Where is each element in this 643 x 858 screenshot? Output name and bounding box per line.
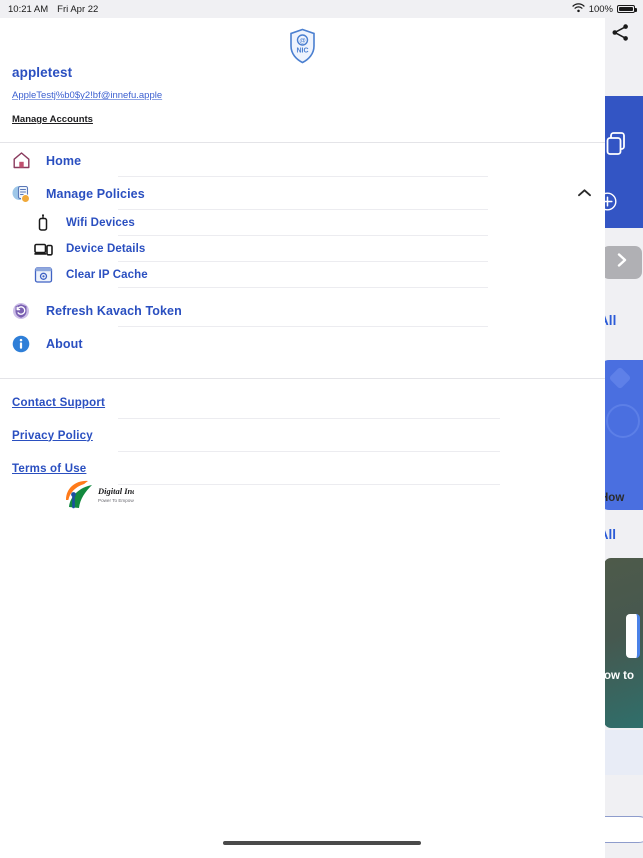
nav-list: Home Manage Policies Wifi Devices Device… — [0, 144, 605, 360]
share-button[interactable] — [605, 20, 635, 50]
sidebar-item-label: Manage Policies — [46, 186, 145, 201]
home-indicator[interactable] — [222, 841, 421, 845]
divider-middle — [0, 378, 605, 379]
wifi-icon — [572, 2, 585, 16]
sidebar-item-home[interactable]: Home — [0, 144, 605, 177]
sidebar-item-label: Wifi Devices — [66, 217, 135, 229]
about-info-icon — [10, 333, 32, 355]
sidebar-item-refresh-kavach-token[interactable]: Refresh Kavach Token — [0, 294, 605, 327]
share-icon — [611, 23, 630, 47]
refresh-kavach-token-icon — [10, 300, 32, 322]
divider-top — [0, 142, 605, 143]
battery-full-icon — [617, 4, 637, 14]
status-date: Fri Apr 22 — [57, 3, 99, 15]
app-screen: e All How e All ow to @ NIC appletest — [0, 0, 643, 858]
row-divider — [118, 484, 500, 485]
svg-text:Power To Empower: Power To Empower — [98, 498, 134, 503]
battery-percent: 100% — [588, 3, 613, 15]
sidebar-item-label: About — [46, 336, 83, 351]
home-icon — [10, 150, 32, 172]
sidebar-item-label: Home — [46, 153, 82, 168]
wifi-device-icon — [33, 213, 53, 233]
sidebar-item-wifi-devices[interactable]: Wifi Devices — [0, 210, 605, 236]
sidebar-item-manage-policies[interactable]: Manage Policies — [0, 177, 605, 210]
manage-policies-icon — [10, 183, 32, 205]
digital-india-logo: Digital India Power To Empower — [62, 478, 144, 512]
row-divider — [118, 287, 488, 288]
chevron-up-icon[interactable] — [577, 185, 592, 203]
clear-ip-cache-icon — [33, 265, 53, 285]
link-label: Contact Support — [12, 396, 106, 409]
sidebar-item-label: Clear IP Cache — [66, 269, 148, 281]
video-thumbnail-strip — [626, 614, 640, 658]
nic-shield-logo: @ NIC — [289, 28, 316, 64]
decorative-diamond-icon — [608, 366, 632, 390]
link-contact-support[interactable]: Contact Support — [12, 386, 605, 419]
manage-accounts-link[interactable]: Manage Accounts — [12, 114, 93, 125]
sidebar-item-label: Refresh Kavach Token — [46, 303, 182, 318]
background-blue-panel[interactable] — [600, 360, 643, 510]
copy-icon — [606, 132, 628, 156]
status-bar: 10:21 AM Fri Apr 22 100% — [0, 0, 643, 18]
sidebar-item-clear-ip-cache[interactable]: Clear IP Cache — [0, 262, 605, 288]
sidebar-item-device-details[interactable]: Device Details — [0, 236, 605, 262]
video-caption: ow to — [604, 670, 635, 682]
link-privacy-policy[interactable]: Privacy Policy — [12, 419, 605, 452]
background-how-label: How — [600, 492, 625, 504]
background-video-card[interactable]: ow to — [604, 558, 643, 728]
chevron-right-icon — [615, 251, 629, 274]
sidebar-item-about[interactable]: About — [0, 327, 605, 360]
decorative-circle-icon — [606, 404, 640, 438]
account-block: appletest AppleTestj%b0$y2!bf@innefu.app… — [12, 65, 572, 127]
svg-text:NIC: NIC — [296, 48, 308, 55]
status-time: 10:21 AM — [8, 3, 49, 15]
account-email[interactable]: AppleTestj%b0$y2!bf@innefu.apple — [12, 90, 572, 101]
footer-links: Contact Support Privacy Policy Terms of … — [12, 386, 605, 485]
link-label: Terms of Use — [12, 462, 87, 475]
background-next-button[interactable] — [602, 246, 642, 279]
svg-text:Digital India: Digital India — [97, 486, 134, 496]
account-name: appletest — [12, 65, 73, 80]
link-label: Privacy Policy — [12, 429, 93, 442]
device-details-icon — [33, 239, 53, 259]
svg-text:@: @ — [299, 37, 306, 44]
sidebar-item-label: Device Details — [66, 243, 146, 255]
navigation-drawer: @ NIC appletest AppleTestj%b0$y2!bf@inne… — [0, 18, 605, 858]
